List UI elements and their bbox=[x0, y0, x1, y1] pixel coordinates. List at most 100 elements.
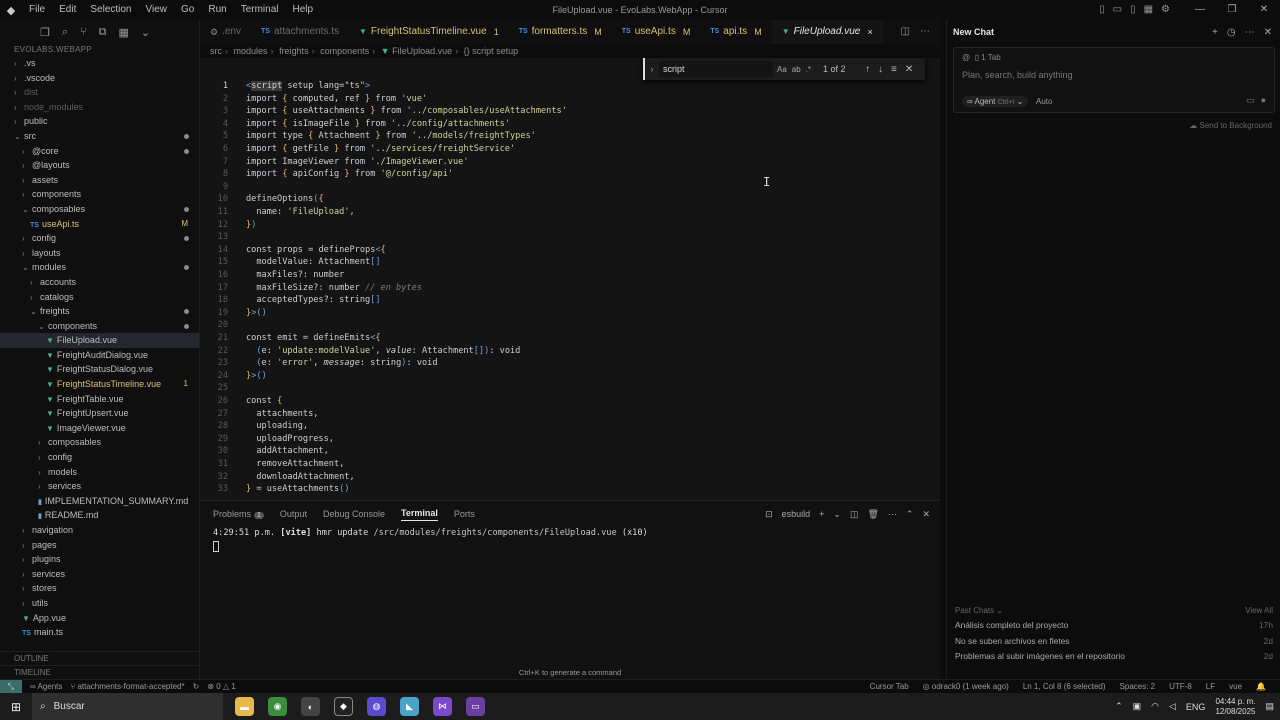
code-line[interactable]: 17 maxFileSize?: number // en bytes bbox=[200, 282, 422, 295]
view-all-link[interactable]: View All bbox=[1245, 604, 1273, 618]
browser-app-icon[interactable]: ◍ bbox=[367, 697, 386, 716]
tree-item[interactable]: › layouts bbox=[0, 246, 199, 261]
close-window-icon[interactable]: ✕ bbox=[1248, 0, 1280, 20]
code-line[interactable]: 32 downloadAttachment, bbox=[200, 471, 355, 484]
timeline-section[interactable]: TIMELINE bbox=[0, 665, 200, 679]
code-line[interactable]: 28 uploading, bbox=[200, 420, 308, 433]
past-chat-item[interactable]: No se suben archivos en fletes 2d bbox=[947, 634, 1280, 650]
agent-mode-selector[interactable]: ∞ Agent Ctrl+I ⌄ bbox=[962, 96, 1029, 107]
windows-start-icon[interactable]: ⊞ bbox=[0, 700, 32, 714]
tree-item[interactable]: › composables bbox=[0, 435, 199, 450]
explorer-root-title[interactable]: EVOLABS.WEBAPP bbox=[0, 44, 199, 56]
send-to-background-button[interactable]: ☁ Send to Background bbox=[1189, 121, 1272, 130]
panel-tab-terminal[interactable]: Terminal bbox=[401, 508, 438, 521]
code-line[interactable]: 29 uploadProgress, bbox=[200, 433, 334, 446]
tree-item[interactable]: ▼ FreightUpsert.vue bbox=[0, 406, 199, 421]
sync-icon[interactable]: ↻ bbox=[193, 682, 200, 691]
image-attach-icon[interactable]: ▭ bbox=[1246, 95, 1255, 106]
eol-status[interactable]: LF bbox=[1206, 680, 1215, 694]
editor-tab[interactable]: TS useApi.ts M bbox=[612, 20, 701, 44]
tree-item[interactable]: ▼ FreightStatusDialog.vue bbox=[0, 362, 199, 377]
tree-item[interactable]: ▼ FreightStatusTimeline.vue 1 bbox=[0, 377, 199, 392]
code-line[interactable]: 4 import { isImageFile } from '../config/… bbox=[200, 118, 510, 131]
tree-item[interactable]: › models bbox=[0, 465, 199, 480]
code-line[interactable]: 31 removeAttachment, bbox=[200, 458, 345, 471]
code-line[interactable]: 9 bbox=[200, 181, 246, 194]
new-terminal-plus-icon[interactable]: + bbox=[819, 509, 824, 519]
find-in-selection-icon[interactable]: ≡ bbox=[891, 64, 897, 75]
editor-tab[interactable]: TS api.ts M bbox=[700, 20, 771, 44]
extensions-icon[interactable]: ⧉ bbox=[99, 26, 107, 39]
tree-item[interactable]: ⌄ src bbox=[0, 129, 199, 144]
code-line[interactable]: 18 acceptedTypes?: string[] bbox=[200, 294, 381, 307]
chevron-down-icon[interactable]: ⌄ bbox=[141, 26, 150, 39]
input-language[interactable]: ENG bbox=[1186, 702, 1206, 712]
tree-item[interactable]: › dist bbox=[0, 85, 199, 100]
tree-item[interactable]: › @core bbox=[0, 144, 199, 159]
tree-item[interactable]: ▼ FreightAuditDialog.vue bbox=[0, 348, 199, 363]
tree-item[interactable]: › public bbox=[0, 114, 199, 129]
code-line[interactable]: 12}) bbox=[200, 219, 257, 232]
panel-tab-debug-console[interactable]: Debug Console bbox=[323, 509, 385, 519]
tree-item[interactable]: ▼ ImageViewer.vue bbox=[0, 421, 199, 436]
tree-item[interactable]: TS main.ts bbox=[0, 625, 199, 640]
menu-file[interactable]: File bbox=[22, 0, 52, 20]
tree-item[interactable]: ⌄ modules bbox=[0, 260, 199, 275]
code-line[interactable]: 33} = useAttachments() bbox=[200, 483, 350, 496]
editor-tab[interactable]: TS attachments.ts bbox=[251, 20, 349, 44]
editor-tab[interactable]: ⚙ .env bbox=[200, 20, 251, 44]
kill-terminal-trash-icon[interactable]: 🗑 bbox=[867, 509, 878, 520]
send-icon[interactable]: ● bbox=[1261, 95, 1266, 106]
notification-center-icon[interactable]: ▤ bbox=[1265, 701, 1274, 712]
past-chats-title[interactable]: Past Chats ⌄ bbox=[955, 604, 1003, 618]
file-explorer-icon[interactable]: ▬ bbox=[235, 697, 254, 716]
editor-tab[interactable]: ▼ FreightStatusTimeline.vue 1 bbox=[349, 20, 509, 44]
regex-toggle[interactable]: .* bbox=[806, 65, 811, 74]
code-line[interactable]: 14 const props = defineProps<{ bbox=[200, 244, 386, 257]
breadcrumb-file[interactable]: FileUpload.vue bbox=[392, 46, 452, 56]
editor-tab[interactable]: TS formatters.ts M bbox=[509, 20, 612, 44]
git-blame-status[interactable]: ◎ odrack0 (1 week ago) bbox=[923, 680, 1009, 694]
code-line[interactable]: 13 bbox=[200, 231, 246, 244]
azure-app-icon[interactable]: ◣ bbox=[400, 697, 419, 716]
tree-item[interactable]: › @layouts bbox=[0, 158, 199, 173]
code-line[interactable]: 8 import { apiConfig } from '@/config/api… bbox=[200, 168, 453, 181]
remote-indicator-icon[interactable]: ⤡ bbox=[0, 679, 22, 694]
match-word-toggle[interactable]: ab bbox=[792, 65, 801, 74]
code-line[interactable]: 5 import type { Attachment } from '../mod… bbox=[200, 130, 536, 143]
code-line[interactable]: 26 const { bbox=[200, 395, 283, 408]
panel-tab-ports[interactable]: Ports bbox=[454, 509, 475, 519]
problems-status[interactable]: ⊗ 0 △ 1 bbox=[207, 682, 235, 691]
panel-tab-output[interactable]: Output bbox=[280, 509, 307, 519]
minimize-icon[interactable]: — bbox=[1184, 0, 1216, 20]
github-desktop-icon[interactable]: ◐ bbox=[301, 697, 320, 716]
tree-item[interactable]: › config bbox=[0, 231, 199, 246]
tree-item[interactable]: › .vs bbox=[0, 56, 199, 71]
chat-input[interactable]: Plan, search, build anything bbox=[962, 70, 1073, 80]
history-clock-icon[interactable]: ◷ bbox=[1227, 27, 1236, 38]
code-line[interactable]: 10 defineOptions({ bbox=[200, 193, 324, 206]
language-mode-status[interactable]: vue bbox=[1229, 680, 1242, 694]
toggle-sidebar-icon[interactable]: ▯ bbox=[1099, 0, 1105, 20]
next-match-arrow-down-icon[interactable]: ↓ bbox=[878, 64, 883, 75]
menu-go[interactable]: Go bbox=[174, 0, 201, 20]
cursor-tab-status[interactable]: Cursor Tab bbox=[870, 680, 909, 694]
tray-chevron-up-icon[interactable]: ⌃ bbox=[1115, 701, 1123, 712]
more-chat-actions-icon[interactable]: ⋯ bbox=[1245, 27, 1255, 38]
toggle-panel-icon[interactable]: ▭ bbox=[1113, 0, 1122, 20]
tree-item[interactable]: › utils bbox=[0, 596, 199, 611]
terminal-shell-name[interactable]: esbuild bbox=[782, 509, 811, 519]
match-case-toggle[interactable]: Aa bbox=[777, 65, 787, 74]
cursor-position-status[interactable]: Ln 1, Col 8 (6 selected) bbox=[1023, 680, 1106, 694]
cursor-app-icon[interactable]: ◆ bbox=[334, 697, 353, 716]
breadcrumb-src[interactable]: src bbox=[210, 46, 222, 56]
breadcrumb-freights[interactable]: freights bbox=[279, 46, 309, 56]
toggle-replace-chevron-icon[interactable]: › bbox=[645, 64, 659, 74]
terminal-app-icon[interactable]: ▭ bbox=[466, 697, 485, 716]
settings-gear-icon[interactable]: ⚙ bbox=[1161, 0, 1170, 20]
taskbar-search[interactable]: ⌕ Buscar bbox=[32, 693, 223, 720]
code-line[interactable]: 2 import { computed, ref } from 'vue' bbox=[200, 93, 427, 106]
previous-match-arrow-up-icon[interactable]: ↑ bbox=[865, 64, 870, 75]
network-icon[interactable]: ▣ bbox=[1133, 701, 1142, 712]
volume-icon[interactable]: ◁ bbox=[1169, 701, 1176, 712]
